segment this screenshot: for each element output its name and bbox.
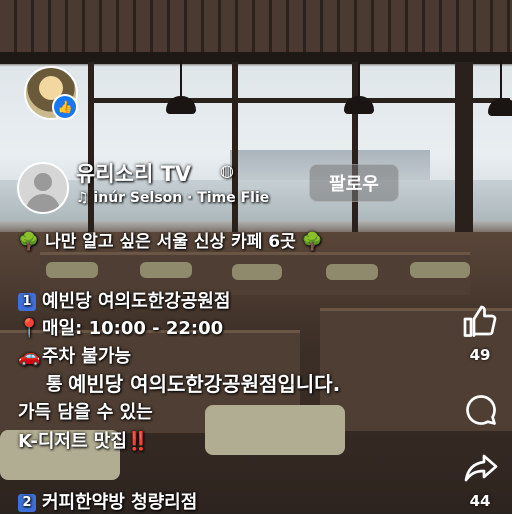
share-count: 44 xyxy=(469,492,491,510)
item-name: 커피한약방 청량리점 xyxy=(42,492,198,513)
floor-cushion xyxy=(140,262,192,278)
thumbs-up-icon: 👍 xyxy=(52,94,78,120)
floor-cushion xyxy=(410,262,470,278)
like-count: 49 xyxy=(469,346,491,364)
list-item-parking: 🚗주차 불가능 xyxy=(18,342,131,368)
hours-text: 매일: 10:00 - 22:00 xyxy=(42,318,224,339)
parking-text: 주차 불가능 xyxy=(42,346,132,367)
channel-profile-picture[interactable] xyxy=(17,162,69,214)
list-item-2: 2 커피한약방 청량리점 xyxy=(18,488,197,514)
floor-cushion xyxy=(46,262,98,278)
list-item-hours: 📍매일: 10:00 - 22:00 xyxy=(18,314,223,340)
ceiling-beam xyxy=(0,52,512,64)
floor-cushion xyxy=(326,264,378,280)
window-frame xyxy=(88,62,94,232)
verified-icon: ◍ xyxy=(220,161,234,180)
window-mullion xyxy=(90,98,510,103)
item-name: 예빈당 여의도한강공원점 xyxy=(42,291,231,312)
channel-name[interactable]: 유리소리 TV xyxy=(76,158,191,188)
window-frame xyxy=(232,62,238,232)
caption-desc-line: 가득 담을 수 있는 xyxy=(18,402,153,423)
share-icon[interactable] xyxy=(463,450,499,486)
pin-icon: 📍 xyxy=(18,318,41,339)
caption-title: 🌳 나만 알고 싶은 서울 신상 카페 6곳 🌳 xyxy=(18,232,323,252)
thumbs-up-icon[interactable] xyxy=(462,304,498,340)
profile-head-shape xyxy=(34,173,52,191)
floor-cushion xyxy=(205,405,345,455)
lamp-cord xyxy=(500,62,502,98)
caption-desc-line: K-디저트 맛집‼️ xyxy=(18,431,150,452)
music-track[interactable]: ♫ inúr Selson · Time Flie xyxy=(76,190,286,206)
comment-icon[interactable] xyxy=(463,392,499,428)
item-number-badge: 1 xyxy=(18,293,36,311)
list-item-1: 1 예빈당 여의도한강공원점 xyxy=(18,287,230,313)
follow-button[interactable]: 팔로우 xyxy=(309,164,399,202)
window-frame xyxy=(455,62,473,232)
item-number-badge: 2 xyxy=(18,494,36,512)
floor-cushion xyxy=(232,264,282,280)
video-subtitle: 예빈당 여의도한강공원점입니다. xyxy=(68,372,341,396)
car-icon: 🚗 xyxy=(18,346,41,367)
lamp-cord xyxy=(358,62,360,96)
caption-desc-start: 통 xyxy=(46,374,63,395)
profile-body-shape xyxy=(26,194,60,212)
lamp-cord xyxy=(180,62,182,96)
